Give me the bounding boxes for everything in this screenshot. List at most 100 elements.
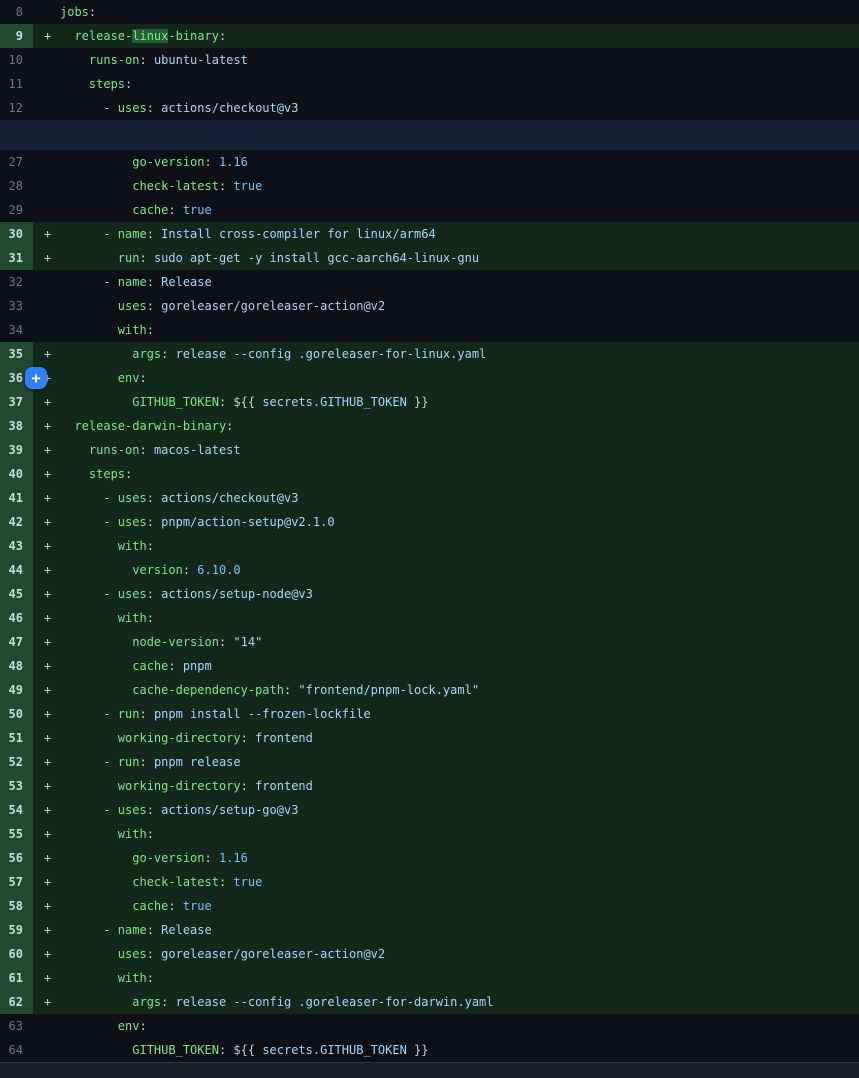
- line-number[interactable]: 64: [0, 1038, 33, 1062]
- line-number[interactable]: 59: [0, 918, 33, 942]
- line-number[interactable]: 33: [0, 294, 33, 318]
- code-line: + working-directory: frontend: [33, 774, 859, 798]
- line-number[interactable]: 38: [0, 414, 33, 438]
- code-token: frontend: [255, 731, 313, 745]
- code-token: :: [147, 101, 161, 115]
- code-line: GITHUB_TOKEN: ${{ secrets.GITHUB_TOKEN }…: [33, 1038, 859, 1062]
- code-token: -: [60, 515, 118, 529]
- expandable-hunk-band[interactable]: [0, 120, 859, 150]
- line-number[interactable]: 62: [0, 990, 33, 1014]
- line-number[interactable]: 61: [0, 966, 33, 990]
- line-number[interactable]: 41: [0, 486, 33, 510]
- code-token: name: [118, 227, 147, 241]
- code-token: -: [60, 923, 118, 937]
- diff-line-32: 32 - name: Release: [0, 270, 859, 294]
- code-token: cache: [60, 203, 168, 217]
- code-token: with: [60, 611, 147, 625]
- code-token: actions/checkout@v3: [161, 101, 298, 115]
- code-token: name: [118, 923, 147, 937]
- line-number[interactable]: 44: [0, 558, 33, 582]
- code-token: run: [118, 755, 140, 769]
- line-number[interactable]: 37: [0, 390, 33, 414]
- line-number[interactable]: 54: [0, 798, 33, 822]
- line-number[interactable]: 57: [0, 870, 33, 894]
- code-line: + version: 6.10.0: [33, 558, 859, 582]
- diff-view: 8 jobs: 9+ release-linux-binary:10 runs-on…: [0, 0, 859, 1078]
- added-marker: +: [44, 726, 51, 750]
- line-number[interactable]: 29: [0, 198, 33, 222]
- line-number[interactable]: 60: [0, 942, 33, 966]
- line-number[interactable]: 40: [0, 462, 33, 486]
- added-marker: +: [44, 870, 51, 894]
- line-number[interactable]: 58: [0, 894, 33, 918]
- line-number[interactable]: 9: [0, 24, 33, 48]
- code-token: check-latest: [60, 179, 219, 193]
- diff-line-27: 27 go-version: 1.16: [0, 150, 859, 174]
- added-marker: +: [44, 630, 51, 654]
- code-line: + release-darwin-binary:: [33, 414, 859, 438]
- code-line: + - uses: actions/checkout@v3: [33, 486, 859, 510]
- code-token: :: [147, 227, 161, 241]
- code-token: :: [219, 875, 233, 889]
- added-marker: +: [44, 654, 51, 678]
- diff-line-58: 58+ cache: true: [0, 894, 859, 918]
- code-token: env: [60, 371, 139, 385]
- code-token: working-directory: [60, 779, 241, 793]
- line-number[interactable]: 32: [0, 270, 33, 294]
- code-line: with:: [33, 318, 859, 342]
- diff-section-divider: [0, 1062, 859, 1078]
- code-line: env:: [33, 1014, 859, 1038]
- code-token: :: [205, 155, 219, 169]
- line-number[interactable]: 53: [0, 774, 33, 798]
- diff-line-62: 62+ args: release --config .goreleaser-f…: [0, 990, 859, 1014]
- line-number[interactable]: 49: [0, 678, 33, 702]
- line-number[interactable]: 55: [0, 822, 33, 846]
- line-number[interactable]: 27: [0, 150, 33, 174]
- code-token: name: [118, 275, 147, 289]
- code-token: -: [60, 587, 118, 601]
- line-number[interactable]: 8: [0, 0, 33, 24]
- added-marker: +: [44, 534, 51, 558]
- line-number[interactable]: 56: [0, 846, 33, 870]
- line-number[interactable]: 35: [0, 342, 33, 366]
- code-token: runs-on: [60, 53, 139, 67]
- line-number[interactable]: 10: [0, 48, 33, 72]
- line-number[interactable]: 34: [0, 318, 33, 342]
- code-token: uses: [118, 491, 147, 505]
- line-number[interactable]: 28: [0, 174, 33, 198]
- line-number[interactable]: 50: [0, 702, 33, 726]
- add-comment-button[interactable]: +: [25, 367, 47, 389]
- diff-line-8: 8jobs:: [0, 0, 859, 24]
- diff-line-33: 33 uses: goreleaser/goreleaser-action@v2: [0, 294, 859, 318]
- code-line: + with:: [33, 534, 859, 558]
- line-number[interactable]: 12: [0, 96, 33, 120]
- line-number[interactable]: 45: [0, 582, 33, 606]
- line-number[interactable]: 48: [0, 654, 33, 678]
- line-number[interactable]: 42: [0, 510, 33, 534]
- added-marker: +: [44, 702, 51, 726]
- line-number[interactable]: 52: [0, 750, 33, 774]
- code-token: jobs: [60, 5, 89, 19]
- code-token: :: [168, 203, 182, 217]
- code-token: true: [183, 899, 212, 913]
- code-token: release-darwin-binary: [60, 419, 226, 433]
- added-marker: +: [44, 510, 51, 534]
- code-token: go-version: [60, 155, 205, 169]
- line-number[interactable]: 63: [0, 1014, 33, 1038]
- line-number[interactable]: 39: [0, 438, 33, 462]
- added-marker: +: [44, 222, 51, 246]
- code-token: with: [60, 323, 147, 337]
- line-number[interactable]: 51: [0, 726, 33, 750]
- line-number[interactable]: 43: [0, 534, 33, 558]
- line-number[interactable]: 31: [0, 246, 33, 270]
- added-marker: +: [44, 342, 51, 366]
- diff-line-61: 61+ with:: [0, 966, 859, 990]
- code-token: uses: [118, 587, 147, 601]
- line-number[interactable]: 46: [0, 606, 33, 630]
- line-number[interactable]: 47: [0, 630, 33, 654]
- code-line: + release-linux-binary:: [33, 24, 859, 48]
- line-number[interactable]: 11: [0, 72, 33, 96]
- code-token: steps: [60, 467, 125, 481]
- line-number[interactable]: 30: [0, 222, 33, 246]
- diff-line-45: 45+ - uses: actions/setup-node@v3: [0, 582, 859, 606]
